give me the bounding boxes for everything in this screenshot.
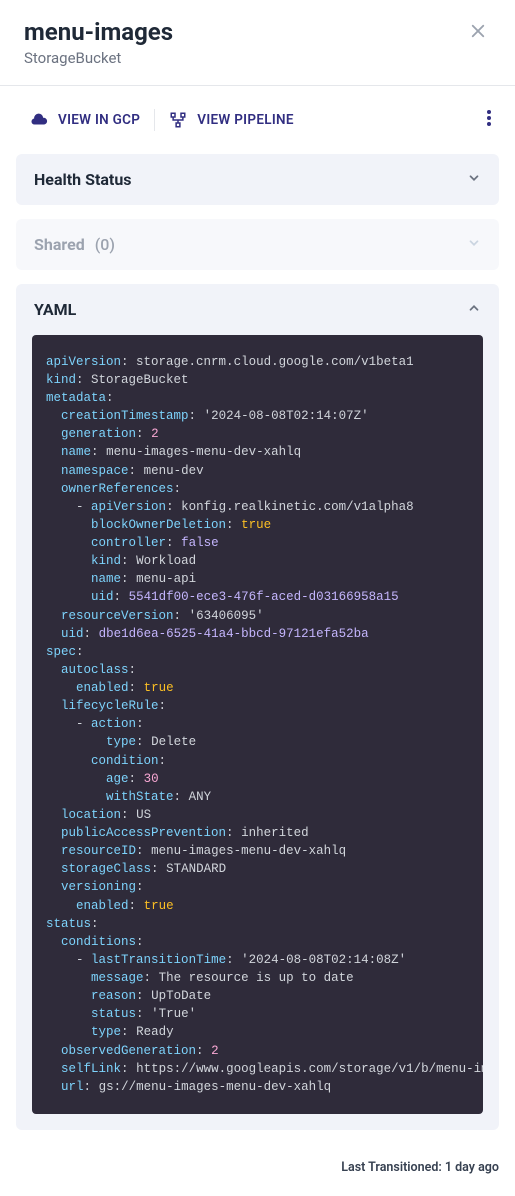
shared-header[interactable]: Shared (0)	[16, 219, 499, 270]
view-pipeline-button[interactable]: VIEW PIPELINE	[155, 105, 308, 135]
chevron-down-icon	[467, 170, 481, 189]
yaml-body: apiVersion: storage.cnrm.cloud.google.co…	[16, 335, 499, 1130]
kebab-icon	[487, 110, 491, 126]
health-status-label: Health Status	[34, 170, 132, 189]
chevron-up-icon	[467, 300, 481, 319]
close-button[interactable]	[465, 18, 491, 48]
toolbar: VIEW IN GCP VIEW PIPELINE	[0, 86, 515, 154]
shared-accordion: Shared (0)	[16, 219, 499, 270]
yaml-code[interactable]: apiVersion: storage.cnrm.cloud.google.co…	[32, 335, 483, 1114]
view-in-gcp-button[interactable]: VIEW IN GCP	[16, 105, 154, 135]
resource-kind: StorageBucket	[24, 49, 173, 67]
cloud-icon	[30, 111, 48, 129]
more-menu-button[interactable]	[479, 104, 499, 136]
view-pipeline-label: VIEW PIPELINE	[197, 112, 294, 128]
close-icon	[469, 22, 487, 40]
shared-count: (0)	[95, 235, 115, 254]
shared-label: Shared	[34, 235, 85, 254]
title-block: menu-images StorageBucket	[24, 18, 173, 67]
footer: Last Transitioned: 1 day ago	[0, 1156, 515, 1193]
page-title: menu-images	[24, 18, 173, 47]
view-in-gcp-label: VIEW IN GCP	[58, 112, 140, 128]
last-transitioned-value: 1 day ago	[445, 1160, 499, 1175]
panel-header: menu-images StorageBucket	[0, 0, 515, 86]
health-status-header[interactable]: Health Status	[16, 154, 499, 205]
yaml-label: YAML	[34, 300, 76, 319]
yaml-header[interactable]: YAML	[16, 284, 499, 335]
toolbar-left: VIEW IN GCP VIEW PIPELINE	[16, 105, 308, 135]
pipeline-icon	[169, 111, 187, 129]
health-status-accordion: Health Status	[16, 154, 499, 205]
yaml-accordion: YAML apiVersion: storage.cnrm.cloud.goog…	[16, 284, 499, 1130]
last-transitioned-label: Last Transitioned:	[341, 1160, 441, 1175]
chevron-down-icon	[467, 235, 481, 254]
